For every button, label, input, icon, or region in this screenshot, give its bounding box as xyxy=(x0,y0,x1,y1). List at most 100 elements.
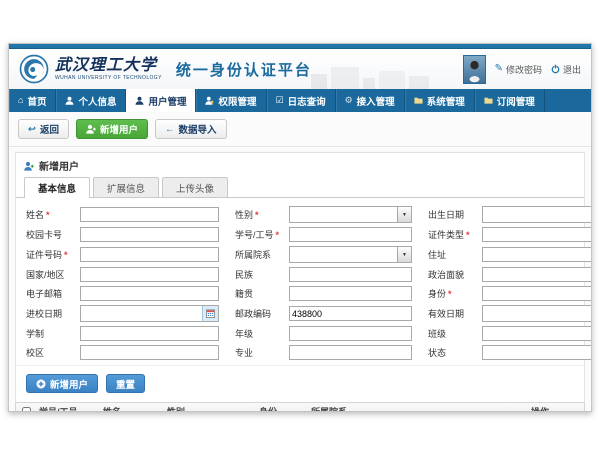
id-number-field: 证件号码* xyxy=(26,246,219,263)
major-input[interactable] xyxy=(289,345,412,360)
required-marker: * xyxy=(466,230,470,240)
add-user-label: 新增用户 xyxy=(100,122,138,136)
basic-info-form: 姓名* 性别* ▼ 出生日期 校园卡号 学号/工号* xyxy=(16,198,584,365)
user-plus-icon xyxy=(86,124,96,134)
logout-link[interactable]: 退出 xyxy=(551,63,581,76)
change-password-link[interactable]: ✎ 修改密码 xyxy=(495,63,542,76)
political-status-field: 政治面貌 xyxy=(428,267,592,282)
enroll-date-input[interactable] xyxy=(81,306,202,321)
back-button[interactable]: ↩ 返回 xyxy=(18,119,69,139)
field-label: 住址 xyxy=(428,250,446,260)
home-icon: ⌂ xyxy=(18,96,23,105)
field-label: 状态 xyxy=(428,348,446,358)
required-marker: * xyxy=(276,230,280,240)
nav-label: 系统管理 xyxy=(427,94,465,108)
department-field: 所属院系 ▼ xyxy=(235,246,412,263)
column-operation: 操作 xyxy=(528,405,584,413)
gender-select[interactable]: ▼ xyxy=(289,206,412,223)
university-logo-icon xyxy=(19,54,49,84)
valid-date-input[interactable] xyxy=(483,306,592,321)
email-input[interactable] xyxy=(80,286,219,301)
schooling-length-input[interactable] xyxy=(80,326,219,341)
campus-card-field: 校园卡号 xyxy=(26,227,219,242)
country-region-field: 国家/地区 xyxy=(26,267,219,282)
id-number-input[interactable] xyxy=(80,247,219,262)
field-label: 校区 xyxy=(26,348,44,358)
nav-item-home[interactable]: ⌂ 首页 xyxy=(9,89,56,112)
content-area: ↩ 返回 新增用户 ← 数据导入 新增用户 基本信息 扩展信息 上传头像 xyxy=(9,112,591,411)
column-name: 姓名 xyxy=(100,405,164,413)
nav-item-permission-management[interactable]: 权限管理 xyxy=(196,89,266,112)
identity-input[interactable] xyxy=(482,286,592,301)
grade-field: 年级 xyxy=(235,326,412,341)
platform-title: 统一身份认证平台 xyxy=(176,59,312,80)
name-field: 姓名* xyxy=(26,206,219,223)
field-label: 班级 xyxy=(428,329,446,339)
gear-icon: ⚙ xyxy=(345,96,353,105)
column-identity: 身份 xyxy=(256,405,308,413)
main-nav: ⌂ 首页 个人信息 用户管理 权限管理 ☑ 日志查询 ⚙ 接入管理 系统管理 xyxy=(9,89,591,112)
add-user-toolbar-button[interactable]: 新增用户 xyxy=(76,119,148,139)
brand-block: 武汉理工大学 WUHAN UNIVERSITY OF TECHNOLOGY xyxy=(55,58,162,81)
user-avatar[interactable] xyxy=(463,55,486,84)
nav-label: 接入管理 xyxy=(357,94,395,108)
nav-item-access-management[interactable]: ⚙ 接入管理 xyxy=(336,89,405,112)
field-label: 证件号码 xyxy=(26,250,62,260)
class-input[interactable] xyxy=(482,326,592,341)
native-place-input[interactable] xyxy=(289,286,412,301)
nav-item-user-management[interactable]: 用户管理 xyxy=(126,89,196,112)
political-status-input[interactable] xyxy=(482,267,592,282)
address-input[interactable] xyxy=(482,247,592,262)
folder-icon xyxy=(414,96,423,105)
calendar-icon[interactable] xyxy=(202,306,218,321)
tab-upload-avatar[interactable]: 上传头像 xyxy=(162,177,228,197)
submit-add-user-button[interactable]: 新增用户 xyxy=(26,374,98,393)
field-label: 学制 xyxy=(26,329,44,339)
ethnicity-input[interactable] xyxy=(289,267,412,282)
gender-field: 性别* ▼ xyxy=(235,206,412,223)
field-label: 有效日期 xyxy=(428,309,464,319)
postal-code-input[interactable] xyxy=(289,306,412,321)
data-import-button[interactable]: ← 数据导入 xyxy=(155,119,227,139)
panel-title: 新增用户 xyxy=(39,158,79,173)
add-user-plus-icon xyxy=(24,161,34,171)
change-password-label: 修改密码 xyxy=(506,63,542,76)
status-input[interactable] xyxy=(482,345,592,360)
column-gender: 性别 xyxy=(164,405,256,413)
field-label: 证件类型 xyxy=(428,230,464,240)
postal-code-field: 邮政编码 xyxy=(235,305,412,322)
tab-basic-info[interactable]: 基本信息 xyxy=(24,177,90,198)
form-actions: 新增用户 重置 xyxy=(16,365,584,402)
schooling-length-field: 学制 xyxy=(26,326,219,341)
campus-input[interactable] xyxy=(80,345,219,360)
field-label: 身份 xyxy=(428,289,446,299)
nav-label: 日志查询 xyxy=(288,94,326,108)
plus-circle-icon xyxy=(36,379,46,389)
nav-item-system-management[interactable]: 系统管理 xyxy=(405,89,475,112)
nav-label: 首页 xyxy=(27,94,46,108)
department-select[interactable]: ▼ xyxy=(289,246,412,263)
field-label: 民族 xyxy=(235,270,253,280)
grade-input[interactable] xyxy=(289,326,412,341)
header-right: ✎ 修改密码 退出 xyxy=(463,55,581,84)
id-type-input[interactable] xyxy=(482,227,592,242)
field-label: 性别 xyxy=(235,210,253,220)
select-all-checkbox[interactable] xyxy=(22,407,31,413)
user-icon xyxy=(135,96,144,105)
nav-label: 用户管理 xyxy=(148,94,186,108)
nav-item-log-query[interactable]: ☑ 日志查询 xyxy=(267,89,336,112)
student-id-input[interactable] xyxy=(289,227,412,242)
reset-button[interactable]: 重置 xyxy=(106,374,145,393)
tab-extended-info[interactable]: 扩展信息 xyxy=(93,177,159,197)
status-field: 状态 xyxy=(428,345,592,360)
pencil-icon: ✎ xyxy=(495,64,503,74)
nav-item-subscription-management[interactable]: 订阅管理 xyxy=(475,89,545,112)
country-region-input[interactable] xyxy=(80,267,219,282)
name-input[interactable] xyxy=(80,207,219,222)
reset-label: 重置 xyxy=(116,377,135,391)
field-label: 所属院系 xyxy=(235,250,271,260)
birth-date-input[interactable] xyxy=(483,207,592,222)
nav-item-personal-info[interactable]: 个人信息 xyxy=(56,89,126,112)
campus-card-input[interactable] xyxy=(80,227,219,242)
class-field: 班级 xyxy=(428,326,592,341)
